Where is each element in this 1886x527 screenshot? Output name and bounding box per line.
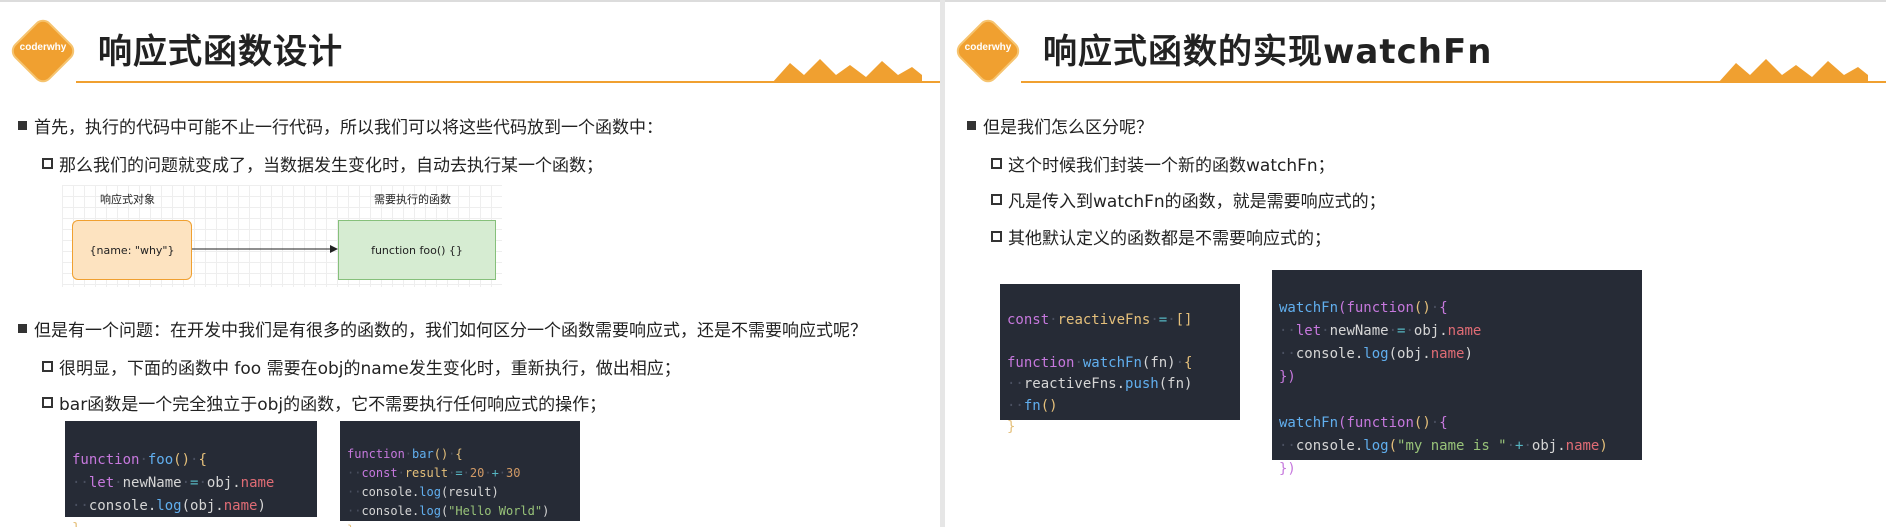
hollow-square-icon xyxy=(42,158,53,169)
sub-bullet-3: 其他默认定义的函数都是不需要响应式的； xyxy=(991,224,1331,249)
sub-bullet-1: 那么我们的问题就变成了，当数据发生变化时，自动去执行某一个函数； xyxy=(42,151,603,176)
code-block-bar: function·bar()·{··const·result·=·20·+·30… xyxy=(340,421,580,527)
mountains-decoration xyxy=(772,59,922,83)
coderwhy-logo: coderwhy xyxy=(955,18,1021,84)
bullet-text: 很明显，下面的函数中 foo 需要在obj的name发生变化时，重新执行，做出相… xyxy=(59,359,681,379)
bullet-2: 但是有一个问题：在开发中我们是有很多的函数的，我们如何区分一个函数需要响应式，还… xyxy=(18,316,867,341)
code-block-watchfn-usage: watchFn(function()·{··let·newName·=·obj.… xyxy=(1272,270,1642,477)
reactive-diagram: 响应式对象 需要执行的函数 {name: "why"} function foo… xyxy=(62,185,502,287)
bullet-text: 这个时候我们封装一个新的函数watchFn； xyxy=(1008,156,1335,176)
slide-right: coderwhy 响应式函数的实现watchFn 但是我们怎么区分呢？ 这个时候… xyxy=(945,0,1886,527)
hollow-square-icon xyxy=(42,361,53,372)
bullet-text: 但是有一个问题：在开发中我们是有很多的函数的，我们如何区分一个函数需要响应式，还… xyxy=(34,321,867,341)
slide-left: coderwhy 响应式函数设计 首先，执行的代码中可能不止一行代码，所以我们可… xyxy=(0,0,940,527)
hollow-square-icon xyxy=(991,158,1002,169)
title-divider xyxy=(76,81,940,83)
diagram-box-function: function foo() {} xyxy=(338,220,496,280)
bullet-square-icon xyxy=(18,324,27,333)
diagram-label-object: 响应式对象 xyxy=(100,193,155,206)
mountains-decoration xyxy=(1718,59,1868,83)
bullet-text: 那么我们的问题就变成了，当数据发生变化时，自动去执行某一个函数； xyxy=(59,156,603,176)
sub-bullet-2: 很明显，下面的函数中 foo 需要在obj的name发生变化时，重新执行，做出相… xyxy=(42,354,681,379)
bullet-text: 凡是传入到watchFn的函数，就是需要响应式的； xyxy=(1008,192,1386,212)
arrow-right-icon xyxy=(192,245,338,253)
sub-bullet-2: 凡是传入到watchFn的函数，就是需要响应式的； xyxy=(991,187,1386,212)
diagram-box-object: {name: "why"} xyxy=(72,220,192,280)
bullet-text: bar函数是一个完全独立于obj的函数，它不需要执行任何响应式的操作； xyxy=(59,395,607,415)
bullet-text: 其他默认定义的函数都是不需要响应式的； xyxy=(1008,229,1331,249)
hollow-square-icon xyxy=(42,397,53,408)
hollow-square-icon xyxy=(991,231,1002,242)
title-divider xyxy=(1021,81,1886,83)
code-block-reactive-fns: const·reactiveFns·=·[] function·watchFn(… xyxy=(1000,284,1240,435)
bullet-square-icon xyxy=(967,121,976,130)
bullet-1: 但是我们怎么区分呢？ xyxy=(967,113,1153,138)
bullet-text: 首先，执行的代码中可能不止一行代码，所以我们可以将这些代码放到一个函数中： xyxy=(34,118,663,138)
coderwhy-logo: coderwhy xyxy=(10,18,76,84)
diagram-label-function: 需要执行的函数 xyxy=(374,193,451,206)
logo-text: coderwhy xyxy=(19,42,67,53)
bullet-square-icon xyxy=(18,121,27,130)
code-block-foo: function·foo()·{··let·newName·=·obj.name… xyxy=(65,421,317,527)
sub-bullet-1: 这个时候我们封装一个新的函数watchFn； xyxy=(991,151,1335,176)
bullet-text: 但是我们怎么区分呢？ xyxy=(983,118,1153,138)
bullet-1: 首先，执行的代码中可能不止一行代码，所以我们可以将这些代码放到一个函数中： xyxy=(18,113,663,138)
slide-title: 响应式函数设计 xyxy=(98,32,343,72)
slide-title: 响应式函数的实现watchFn xyxy=(1043,32,1493,72)
logo-text: coderwhy xyxy=(964,42,1012,53)
hollow-square-icon xyxy=(991,194,1002,205)
sub-bullet-3: bar函数是一个完全独立于obj的函数，它不需要执行任何响应式的操作； xyxy=(42,390,606,415)
